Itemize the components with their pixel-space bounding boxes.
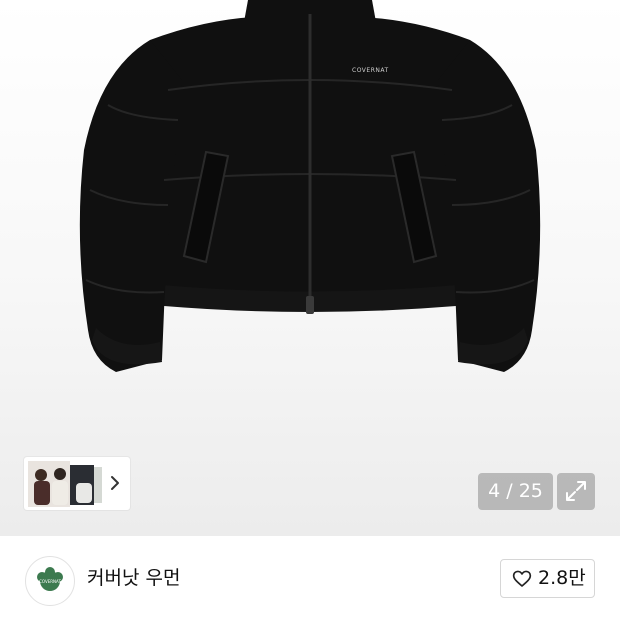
heart-outline-icon [512,570,532,587]
thumbnail-stack [28,461,102,507]
like-count: 2.8만 [538,567,586,589]
image-counter: 4 / 25 [478,473,553,510]
product-image-gallery[interactable]: COVERNAT 4 / 25 [0,0,620,536]
thumbnail-preview-button[interactable] [24,457,130,510]
store-bar: COVERNAT 커버낫 우먼 2.8만 [0,536,620,620]
store-logo[interactable]: COVERNAT [25,556,75,606]
expand-arrows-icon [566,481,586,501]
product-image [79,0,541,372]
like-button[interactable]: 2.8만 [500,559,595,598]
chevron-right-icon [111,476,119,490]
expand-button[interactable] [557,473,595,510]
logo-text: COVERNAT [39,579,61,584]
store-name[interactable]: 커버낫 우먼 [87,565,180,591]
jacket-logo-label: COVERNAT [352,67,389,74]
covernat-logo-icon: COVERNAT [37,567,63,591]
